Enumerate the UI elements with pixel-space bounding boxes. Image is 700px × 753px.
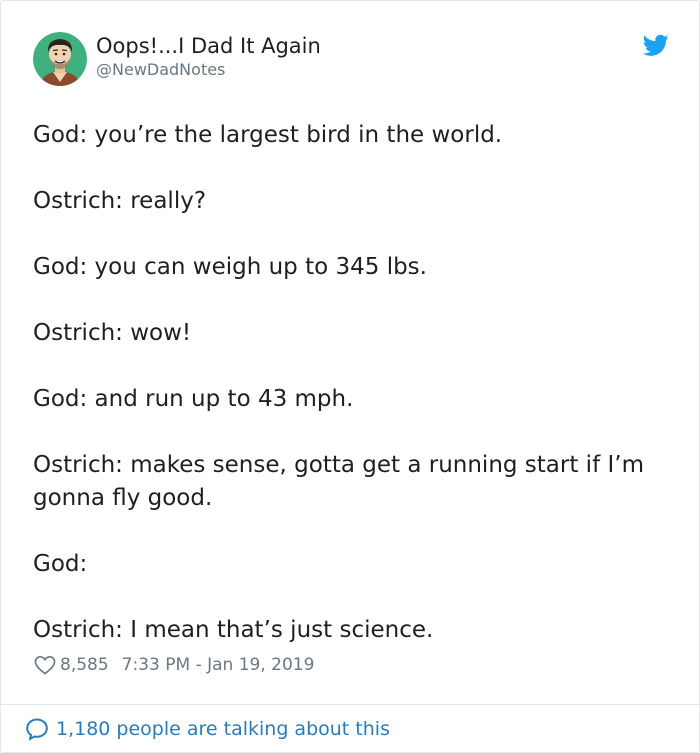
avatar[interactable] — [33, 32, 87, 86]
speech-bubble-icon — [25, 717, 49, 741]
tweet-line: Ostrich: really? — [33, 188, 207, 214]
tweet-timestamp[interactable]: 7:33 PM - Jan 19, 2019 — [122, 655, 315, 675]
heart-icon[interactable] — [34, 655, 56, 675]
tweet-card: Oops!...I Dad It Again @NewDadNotes God:… — [0, 0, 700, 753]
like-count[interactable]: 8,585 — [60, 655, 109, 675]
tweet-line: God: — [33, 551, 88, 577]
tweet-line: Ostrich: I mean that’s just science. — [33, 617, 434, 643]
conversation-link[interactable]: 1,180 people are talking about this — [25, 716, 390, 742]
tweet-line: Ostrich: makes sense, gotta get a runnin… — [33, 452, 652, 511]
tweet-line: God: and run up to 43 mph. — [33, 386, 354, 412]
tweet-meta: 8,585 7:33 PM - Jan 19, 2019 — [34, 653, 314, 677]
tweet-body: God: you’re the largest bird in the worl… — [33, 119, 673, 680]
tweet-line: Ostrich: wow! — [33, 320, 192, 346]
divider — [1, 704, 699, 705]
tweet-header: Oops!...I Dad It Again @NewDadNotes — [33, 32, 669, 88]
user-handle[interactable]: @NewDadNotes — [96, 60, 225, 79]
conversation-link-label[interactable]: 1,180 people are talking about this — [56, 718, 390, 740]
twitter-bird-icon[interactable] — [642, 32, 669, 58]
user-display-name[interactable]: Oops!...I Dad It Again — [96, 34, 321, 58]
tweet-line: God: you’re the largest bird in the worl… — [33, 122, 503, 148]
tweet-line: God: you can weigh up to 345 lbs. — [33, 254, 427, 280]
